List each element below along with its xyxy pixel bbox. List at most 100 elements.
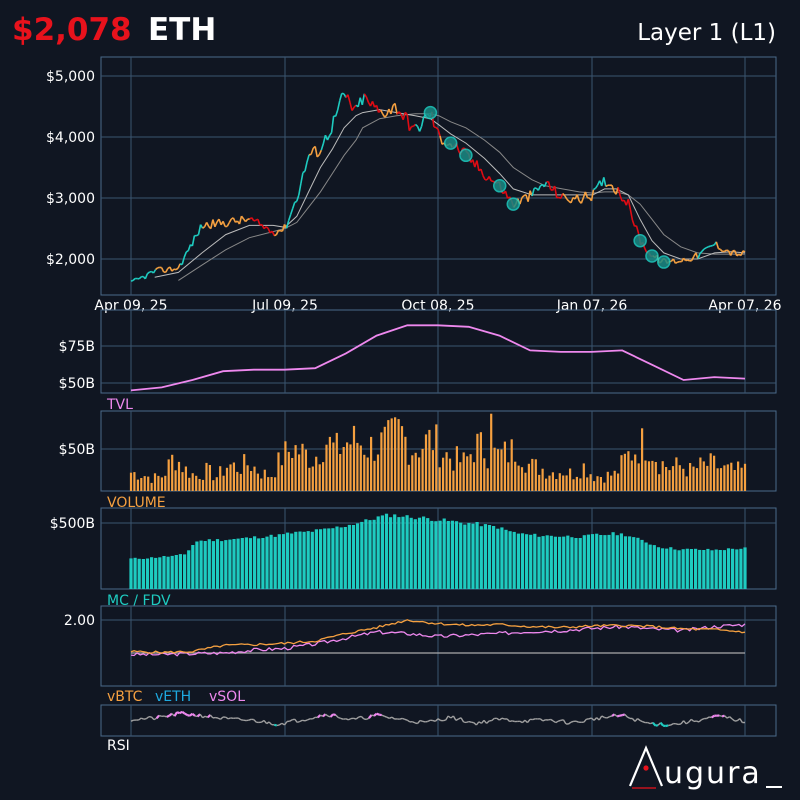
mc-fdv-bar xyxy=(656,547,661,589)
price-line-segment xyxy=(339,93,343,101)
rsi-line-segment xyxy=(143,718,147,720)
multi-panel-chart: $2,000$3,000$4,000$5,000Apr 09, 25 Jul 09… xyxy=(46,56,782,754)
volume-bar xyxy=(201,479,205,491)
volume-bar xyxy=(500,449,503,491)
rsi-line-segment xyxy=(289,719,293,722)
rsi-line-segment xyxy=(588,717,592,720)
price-line-segment xyxy=(228,218,232,224)
price-line-segment xyxy=(715,241,720,249)
mc-fdv-bar xyxy=(710,550,714,589)
price-line-segment xyxy=(157,266,160,269)
rsi-line-segment xyxy=(191,712,196,717)
mc-fdv-bar xyxy=(310,531,314,589)
rsi-line-segment xyxy=(688,718,692,723)
price-line-segment xyxy=(302,170,306,174)
volume-bar xyxy=(743,463,747,491)
rsi-line-segment xyxy=(562,719,567,725)
rsi-line-segment xyxy=(261,719,265,723)
volume-bar xyxy=(469,454,472,491)
mc-fdv-bar xyxy=(158,557,162,589)
mc-fdv-bar xyxy=(520,533,525,589)
volume-bar xyxy=(613,470,616,491)
mc-fdv-bar xyxy=(467,522,471,589)
rsi-line-segment xyxy=(652,721,657,727)
price-line-segment xyxy=(160,267,165,273)
rsi-line-segment xyxy=(263,719,268,725)
price-line-segment xyxy=(240,215,245,220)
mc-fdv-bar xyxy=(191,545,195,589)
mc-fdv-bar xyxy=(207,539,211,589)
mc-fdv-bar xyxy=(331,528,335,589)
price-line-segment xyxy=(226,222,230,227)
volume-bar xyxy=(318,464,321,491)
price-line-segment xyxy=(629,209,634,221)
rsi-line-segment xyxy=(526,718,531,724)
volume-bar xyxy=(603,482,606,491)
mc-fdv-bar xyxy=(405,515,409,589)
mc-fdv-bar xyxy=(195,541,199,589)
price-line-segment xyxy=(165,268,169,273)
rsi-line-segment xyxy=(557,719,562,722)
volume-bar xyxy=(678,465,681,491)
mc-fdv-bar xyxy=(220,541,224,589)
volume-bar xyxy=(171,454,174,491)
rsi-line-segment xyxy=(698,719,702,723)
volume-bar xyxy=(713,455,716,491)
price-line-segment xyxy=(412,123,417,127)
rsi-line-segment xyxy=(427,719,431,723)
price-line-segment xyxy=(187,244,192,251)
volume-bar xyxy=(394,417,397,491)
volume-bar xyxy=(225,467,229,491)
rsi-line-segment xyxy=(583,718,587,723)
volume-bar xyxy=(685,476,688,491)
rsi-line-segment xyxy=(215,716,219,719)
mc-fdv-bar xyxy=(558,536,562,589)
volume-bar xyxy=(545,478,548,491)
rsi-line-segment xyxy=(511,720,516,723)
price-line-segment xyxy=(576,194,580,202)
mc-fdv-bar xyxy=(174,555,178,589)
mc-fdv-bar xyxy=(607,534,611,589)
rsi-line-segment xyxy=(329,713,334,718)
rsi-line-segment xyxy=(248,718,252,721)
mc-fdv-bar xyxy=(335,526,339,589)
price-line-segment xyxy=(351,106,355,112)
volume-bar xyxy=(476,433,479,491)
volume-bar xyxy=(579,478,582,491)
volume-bar xyxy=(263,469,266,491)
volume-bar xyxy=(510,439,513,491)
rsi-line-segment xyxy=(465,720,469,724)
rsi-line-segment xyxy=(598,715,603,721)
volume-bar xyxy=(651,460,654,491)
rsi-line-segment xyxy=(726,716,730,719)
price-line-segment xyxy=(527,190,531,202)
mc-fdv-bar xyxy=(611,532,615,589)
mc-fdv-bar xyxy=(343,527,347,589)
volume-bar xyxy=(623,453,626,491)
rsi-line-segment xyxy=(501,717,505,720)
volume-bar xyxy=(208,465,211,491)
price-line-segment xyxy=(718,247,721,251)
price-line-segment xyxy=(300,172,304,184)
rsi-line-segment xyxy=(281,722,285,726)
price-line-segment xyxy=(181,257,185,265)
rsi-line-segment xyxy=(445,715,449,721)
volume-bar xyxy=(153,473,157,491)
rsi-line-segment xyxy=(158,714,162,717)
mc-fdv-bar xyxy=(537,536,541,589)
volume-bar xyxy=(517,465,520,491)
mc-fdv-bar xyxy=(718,550,722,589)
mc-fdv-bar xyxy=(319,529,323,589)
rsi-line-segment xyxy=(683,720,687,725)
mc-fdv-bar xyxy=(512,531,516,589)
rsi-line-segment xyxy=(140,717,145,720)
price-line-segment xyxy=(202,225,206,229)
rsi-label: RSI xyxy=(107,738,130,754)
price-y-tick: $3,000 xyxy=(46,191,95,207)
price-line-segment xyxy=(734,250,738,257)
mc-fdv-bar xyxy=(562,536,566,589)
mc-fdv-bar xyxy=(409,517,413,589)
price-line-segment xyxy=(375,105,380,113)
price-line-segment xyxy=(205,222,210,227)
rsi-line-segment xyxy=(304,719,308,722)
